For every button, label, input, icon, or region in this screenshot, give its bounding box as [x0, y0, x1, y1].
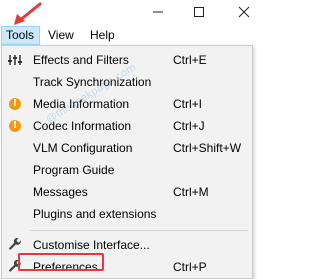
menu-separator	[30, 230, 248, 231]
menu-item-shortcut: Ctrl+Shift+W	[173, 141, 242, 155]
close-icon	[238, 6, 250, 18]
menu-item-label: Media Information	[33, 97, 130, 111]
tools-dropdown-menu: Effects and Filters Ctrl+E Track Synchro…	[1, 45, 253, 279]
minimize-button[interactable]	[140, 0, 176, 24]
menu-item-label: Plugins and extensions	[33, 207, 157, 221]
wrench-icon	[8, 238, 22, 252]
menu-item-codec-information[interactable]: ! Codec Information Ctrl+J	[2, 116, 252, 137]
maximize-button[interactable]	[181, 0, 217, 24]
menu-item-shortcut: Ctrl+P	[173, 260, 207, 274]
menu-item-track-synchronization[interactable]: Track Synchronization	[2, 72, 252, 93]
menu-item-media-information[interactable]: ! Media Information Ctrl+I	[2, 94, 252, 115]
menu-item-label: Program Guide	[33, 163, 115, 177]
menu-item-label: Messages	[33, 185, 88, 199]
menu-item-label: Codec Information	[33, 119, 132, 133]
menu-item-messages[interactable]: Messages Ctrl+M	[2, 182, 252, 203]
title-bar	[0, 0, 259, 26]
menu-item-effects-and-filters[interactable]: Effects and Filters Ctrl+E	[2, 50, 252, 71]
info-warning-icon: !	[8, 97, 22, 111]
menu-item-shortcut: Ctrl+I	[173, 97, 203, 111]
menu-bar: Tools View Help	[0, 26, 259, 45]
sliders-icon	[8, 53, 22, 67]
maximize-icon	[194, 7, 204, 17]
menu-item-plugins-and-extensions[interactable]: Plugins and extensions	[2, 204, 252, 225]
minimize-icon	[153, 11, 163, 13]
close-button[interactable]	[226, 0, 262, 24]
annotation-highlight-box	[18, 253, 104, 271]
menu-item-label: VLM Configuration	[33, 141, 133, 155]
menu-help[interactable]: Help	[86, 26, 119, 45]
info-warning-icon: !	[8, 119, 22, 133]
menu-item-shortcut: Ctrl+E	[173, 53, 207, 67]
menu-tools[interactable]: Tools	[1, 26, 40, 45]
menu-item-program-guide[interactable]: Program Guide	[2, 160, 252, 181]
menu-item-label: Effects and Filters	[33, 53, 129, 67]
menu-item-label: Track Synchronization	[33, 75, 152, 89]
menu-item-vlm-configuration[interactable]: VLM Configuration Ctrl+Shift+W	[2, 138, 252, 159]
menu-item-shortcut: Ctrl+M	[173, 185, 209, 199]
menu-item-shortcut: Ctrl+J	[173, 119, 205, 133]
menu-view[interactable]: View	[44, 26, 78, 45]
